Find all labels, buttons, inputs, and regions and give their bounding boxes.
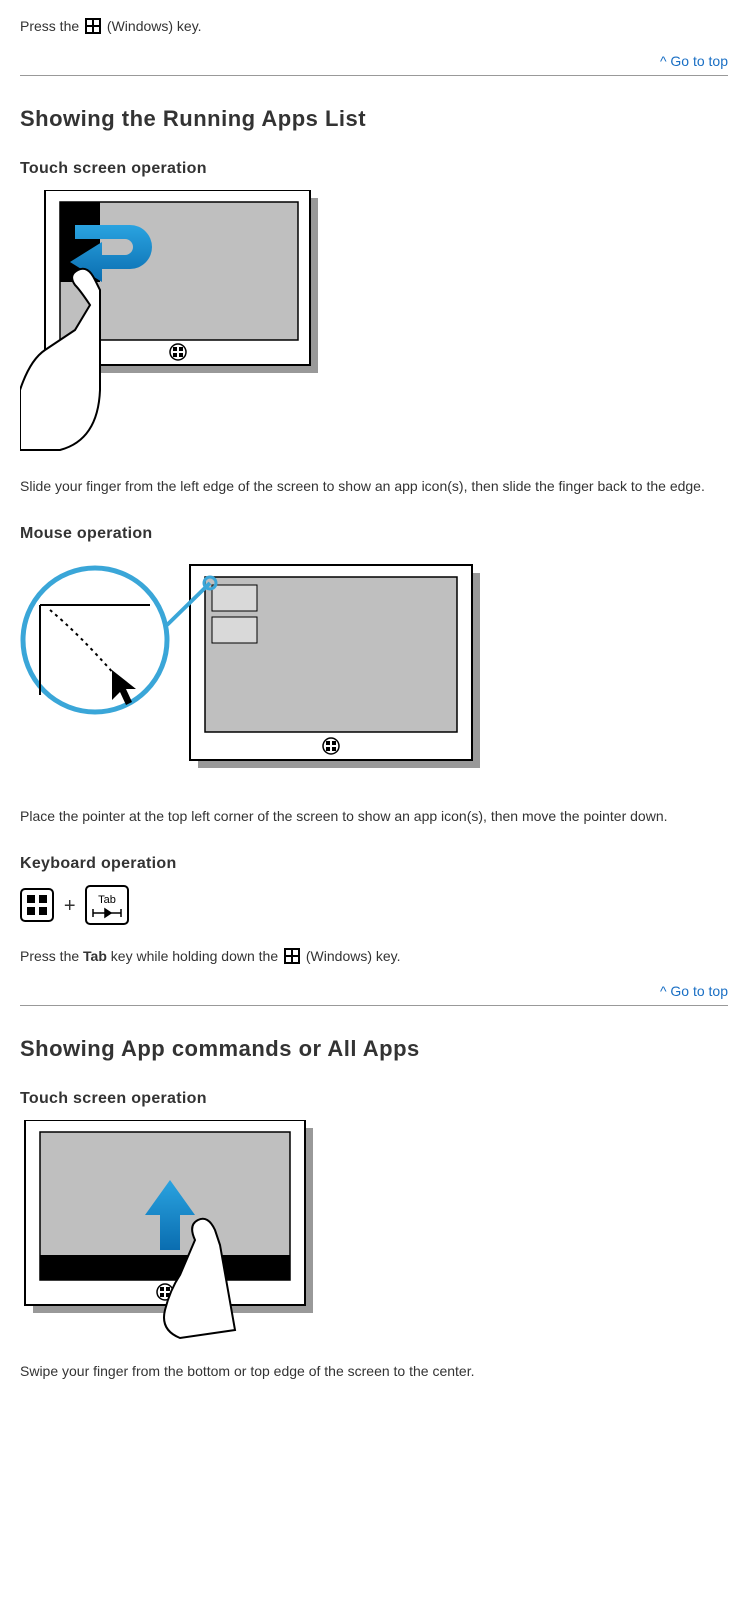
text-press-the: Press the bbox=[20, 18, 83, 34]
windows-key-icon bbox=[20, 888, 54, 925]
section1-mouse-heading: Mouse operation bbox=[20, 525, 728, 543]
section2-touch-heading: Touch screen operation bbox=[20, 1090, 728, 1108]
figure-touch-swipe-left bbox=[20, 190, 728, 458]
figure-mouse-top-left bbox=[20, 555, 728, 788]
section1-title: Showing the Running Apps List bbox=[20, 106, 728, 132]
text-windows-key: (Windows) key. bbox=[103, 18, 202, 34]
svg-text:Tab: Tab bbox=[99, 894, 117, 906]
kb-hold: key while holding down the bbox=[107, 948, 282, 964]
kb-win: (Windows) key. bbox=[302, 948, 401, 964]
plus-sign: + bbox=[64, 895, 76, 918]
section1-touch-heading: Touch screen operation bbox=[20, 160, 728, 178]
go-to-top-link[interactable]: ^ Go to top bbox=[20, 975, 728, 1006]
section1-keyboard-heading: Keyboard operation bbox=[20, 855, 728, 873]
go-to-top-link[interactable]: ^ Go to top bbox=[20, 45, 728, 76]
section1-mouse-text: Place the pointer at the top left corner… bbox=[20, 806, 728, 827]
kb-press: Press the bbox=[20, 948, 83, 964]
section2-touch-text: Swipe your finger from the bottom or top… bbox=[20, 1361, 728, 1382]
windows-icon bbox=[85, 18, 101, 34]
windows-icon bbox=[284, 948, 300, 964]
tab-key-icon: Tab bbox=[85, 885, 129, 928]
intro-line: Press the (Windows) key. bbox=[20, 16, 728, 37]
figure-keyboard-win-tab: + Tab bbox=[20, 885, 728, 928]
kb-tab: Tab bbox=[83, 948, 107, 964]
section2-title: Showing App commands or All Apps bbox=[20, 1036, 728, 1062]
section1-keyboard-text: Press the Tab key while holding down the… bbox=[20, 946, 728, 967]
figure-touch-swipe-up bbox=[20, 1120, 728, 1343]
section1-touch-text: Slide your finger from the left edge of … bbox=[20, 476, 728, 497]
